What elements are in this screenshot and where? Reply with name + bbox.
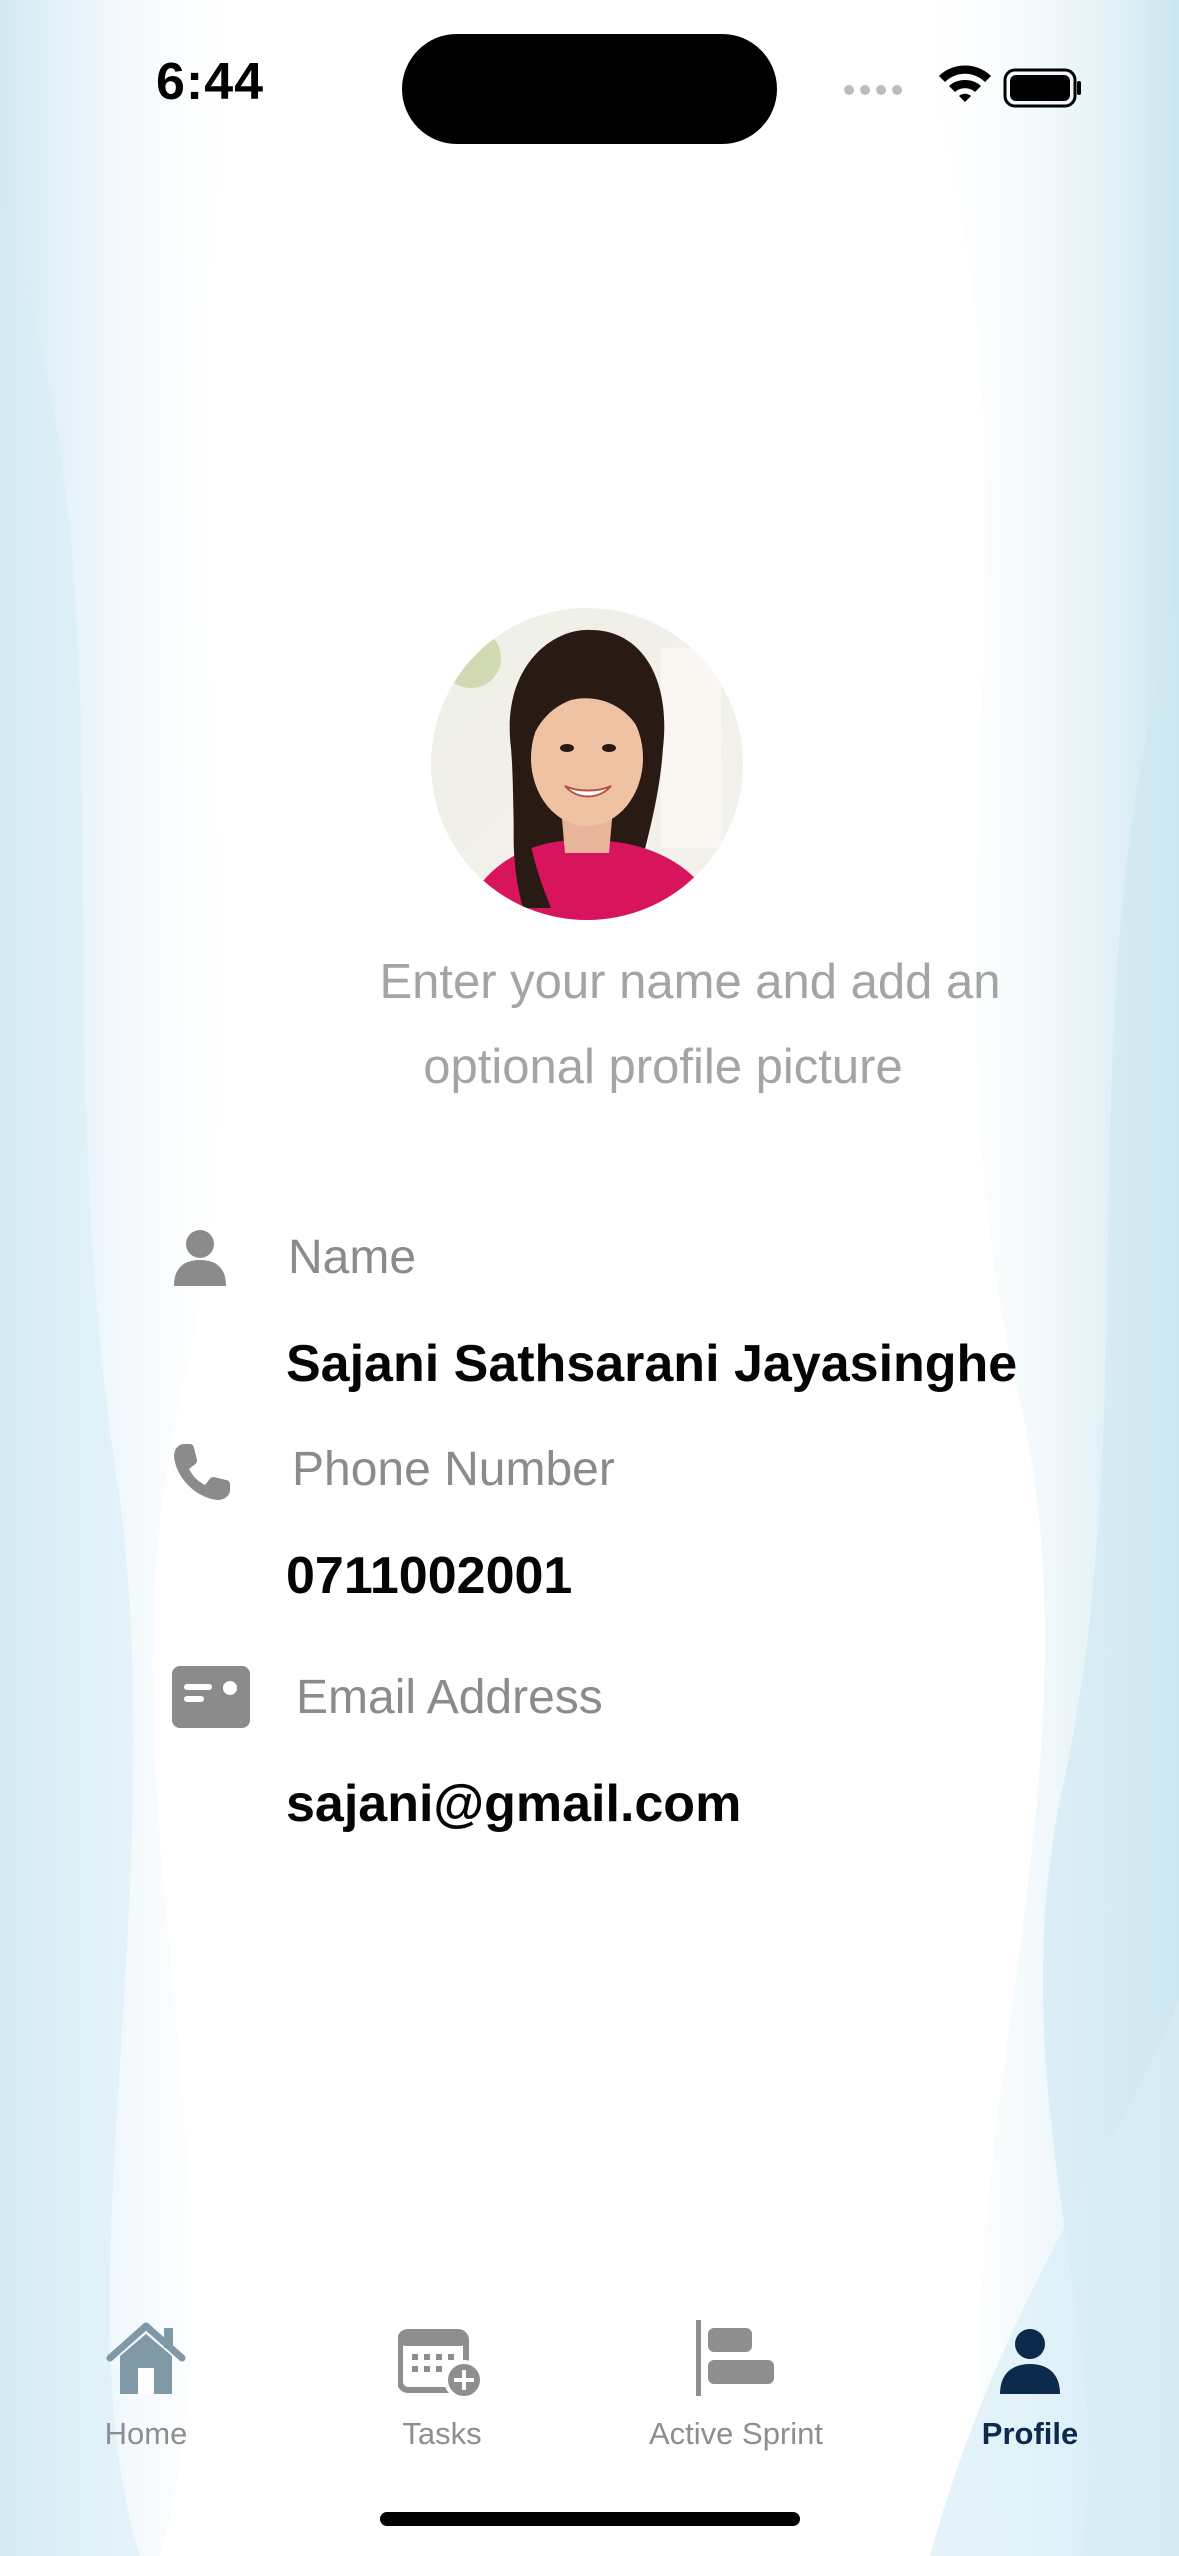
id-card-icon (172, 1666, 250, 1733)
home-icon (104, 2318, 188, 2403)
profile-hint: Enter your name and add an optional prof… (300, 940, 1080, 1110)
tab-profile-label: Profile (981, 2416, 1079, 2451)
email-label: Email Address (296, 1671, 603, 1724)
wifi-icon (939, 65, 991, 102)
phone-value[interactable]: 0711002001 (286, 1546, 572, 1606)
phone-icon (170, 1440, 234, 1509)
tab-tasks[interactable]: Tasks (322, 2318, 562, 2458)
tab-profile[interactable]: Profile (910, 2318, 1150, 2458)
person-icon (170, 1228, 230, 1293)
tab-home-label: Home (104, 2416, 188, 2451)
profile-hint-line1: Enter your name and add an (379, 955, 1001, 1009)
name-label: Name (288, 1231, 417, 1284)
email-value[interactable]: sajani@gmail.com (286, 1774, 741, 1834)
tab-home[interactable]: Home (26, 2318, 266, 2458)
tab-tasks-label: Tasks (402, 2416, 482, 2451)
calendar-add-icon (397, 2326, 486, 2407)
sprint-bars-icon (694, 2318, 778, 2403)
tab-active-sprint[interactable]: Active Sprint (616, 2318, 856, 2458)
person-icon (998, 2328, 1062, 2399)
battery-icon (1003, 68, 1081, 108)
profile-avatar[interactable] (431, 608, 743, 920)
status-time: 6:44 (156, 53, 265, 111)
status-icons (841, 62, 1081, 112)
name-value[interactable]: Sajani Sathsarani Jayasinghe (286, 1334, 1017, 1394)
tab-active-sprint-label: Active Sprint (648, 2416, 823, 2451)
profile-hint-line2: optional profile picture (423, 1040, 903, 1094)
signal-dots-icon (844, 85, 902, 95)
phone-label: Phone Number (292, 1443, 615, 1496)
home-indicator[interactable] (380, 2512, 800, 2526)
dynamic-island (402, 34, 777, 144)
